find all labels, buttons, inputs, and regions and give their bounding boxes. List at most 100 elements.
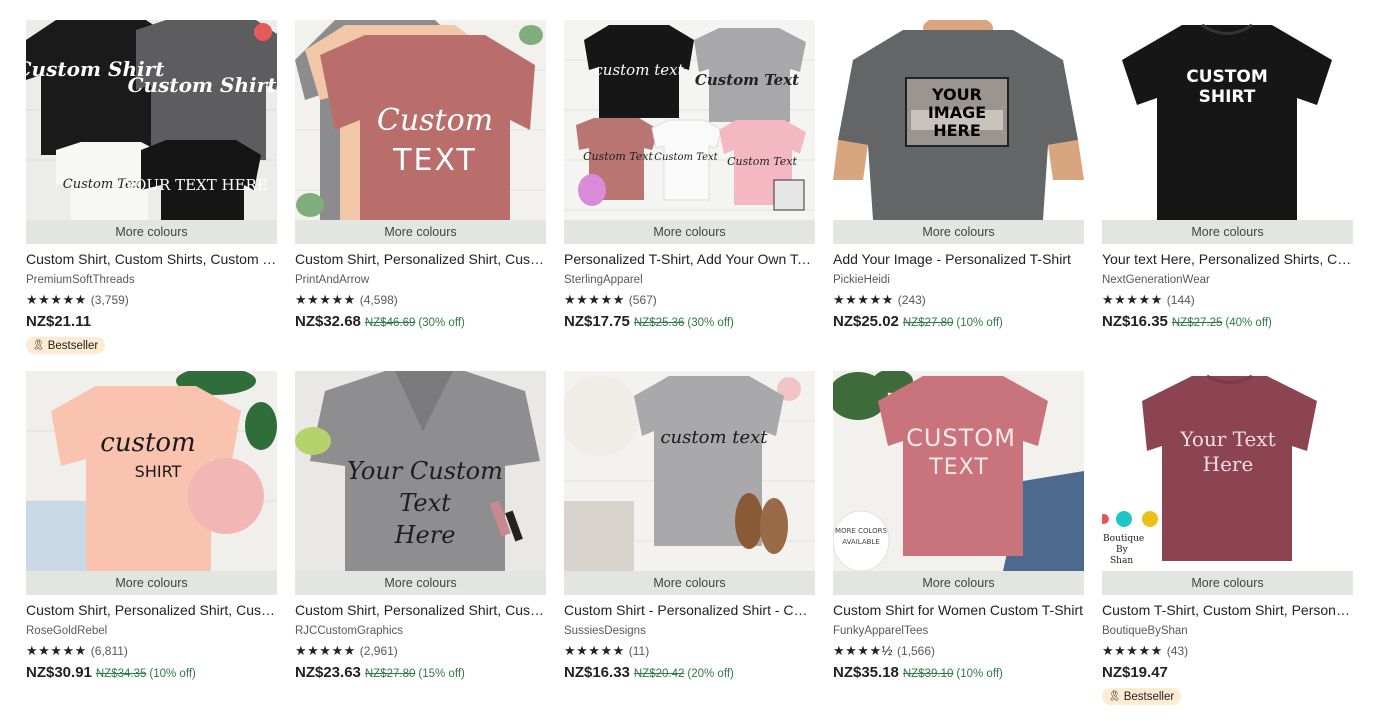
product-image[interactable]: custom text Custom Text Custom Text Cust… (564, 20, 815, 220)
rating: ★★★★★ (6,811) (26, 643, 277, 658)
product-grid: Custom Shirt Custom Shirt Custom Text YO… (26, 20, 1353, 722)
review-count: (567) (628, 292, 657, 307)
shop-name: SussiesDesigns (564, 625, 646, 637)
rating: ★★★★★ (3,759) (26, 292, 277, 307)
svg-text:Custom Text: Custom Text (583, 150, 653, 163)
review-count: (144) (1166, 292, 1195, 307)
price-row: NZ$16.35 NZ$27.25 (40% off) (1102, 313, 1353, 331)
review-count: (3,759) (90, 292, 129, 307)
discount-label: (20% off) (687, 668, 734, 680)
badge-label: Bestseller (1123, 690, 1175, 703)
product-image[interactable]: Your Text Here Boutique By Shan (1102, 371, 1353, 571)
product-card[interactable]: YOUR IMAGE HERE More colours Add Your Im… (833, 20, 1084, 371)
original-price: NZ$25.36 (633, 317, 685, 329)
star-rating-icon: ★★★★★ (26, 291, 87, 307)
rating: ★★★★★ (243) (833, 292, 1084, 307)
product-title[interactable]: Custom T-Shirt, Custom Shirt, Personaliz… (1102, 602, 1353, 619)
svg-text:Your Text: Your Text (1179, 427, 1275, 451)
original-price: NZ$46.69 (364, 317, 416, 329)
product-card[interactable]: Your Text Here Boutique By Shan More col… (1102, 371, 1353, 722)
product-image[interactable]: Your Custom Text Here (295, 371, 546, 571)
shop-name: PrintAndArrow (295, 274, 370, 286)
review-count: (11) (628, 643, 650, 658)
more-colours-label: More colours (26, 571, 277, 595)
product-card[interactable]: Your Custom Text Here More colours Custo… (295, 371, 546, 722)
product-card[interactable]: MORE COLORS AVAILABLE CUSTOM TEXT More c… (833, 371, 1084, 722)
more-colours-label: More colours (564, 571, 815, 595)
sale-price: NZ$35.18 (833, 664, 899, 681)
svg-text:Boutique: Boutique (1103, 534, 1144, 544)
price-row: NZ$23.63 NZ$27.80 (15% off) (295, 664, 546, 682)
svg-text:YOUR TEXT HERE: YOUR TEXT HERE (123, 176, 268, 194)
more-colours-label: More colours (295, 571, 546, 595)
product-title[interactable]: Custom Shirt, Personalized Shirt, Custom… (295, 251, 546, 268)
product-title[interactable]: Custom Shirt, Personalized Shirt, Custom (26, 602, 277, 619)
rating: ★★★★★ (144) (1102, 292, 1353, 307)
svg-text:CUSTOM: CUSTOM (1186, 67, 1268, 87)
product-image[interactable]: Custom Shirt Custom Shirt Custom Text YO… (26, 20, 277, 220)
product-title[interactable]: Custom Shirt for Women Custom T-Shirt (833, 602, 1084, 619)
product-image[interactable]: custom SHIRT (26, 371, 277, 571)
badge-label: Bestseller (47, 339, 99, 352)
more-colours-label: More colours (295, 220, 546, 244)
product-title[interactable]: Custom Shirt, Custom Shirts, Custom T-Sh… (26, 251, 277, 268)
original-price: NZ$27.80 (364, 668, 416, 680)
star-rating-icon: ★★★★★ (1102, 291, 1163, 307)
bestseller-ribbon-icon: 🎗 (1108, 691, 1121, 702)
product-card[interactable]: Custom TEXT More colours Custom Shirt, P… (295, 20, 546, 371)
more-colours-label: More colours (564, 220, 815, 244)
svg-text:Custom: Custom (377, 103, 493, 138)
product-title[interactable]: Your text Here, Personalized Shirts, Cus… (1102, 251, 1353, 268)
original-price: NZ$27.80 (902, 317, 954, 329)
original-price: NZ$20.42 (633, 668, 685, 680)
svg-text:By: By (1116, 545, 1129, 555)
shop-name: PremiumSoftThreads (26, 274, 135, 286)
product-image[interactable]: custom text (564, 371, 815, 571)
product-image[interactable]: MORE COLORS AVAILABLE CUSTOM TEXT (833, 371, 1084, 571)
product-card[interactable]: custom SHIRT More colours Custom Shirt, … (26, 371, 277, 722)
star-rating-icon: ★★★★½ (833, 642, 893, 658)
shop-name: RJCCustomGraphics (295, 625, 403, 637)
sale-price: NZ$19.47 (1102, 664, 1168, 681)
svg-text:Custom Text: Custom Text (695, 71, 799, 89)
price-row: NZ$25.02 NZ$27.80 (10% off) (833, 313, 1084, 331)
price-row: NZ$32.68 NZ$46.69 (30% off) (295, 313, 546, 331)
review-count: (2,961) (359, 643, 398, 658)
svg-text:YOUR: YOUR (931, 85, 982, 104)
star-rating-icon: ★★★★★ (833, 291, 894, 307)
product-image[interactable]: CUSTOM SHIRT (1102, 20, 1353, 220)
svg-text:Shan: Shan (1110, 556, 1133, 566)
svg-text:SHIRT: SHIRT (1199, 87, 1256, 107)
price-row: NZ$30.91 NZ$34.35 (10% off) (26, 664, 277, 682)
price-row: NZ$16.33 NZ$20.42 (20% off) (564, 664, 815, 682)
product-card[interactable]: Custom Shirt Custom Shirt Custom Text YO… (26, 20, 277, 371)
svg-text:AVAILABLE: AVAILABLE (842, 538, 880, 546)
shop-name: RoseGoldRebel (26, 625, 108, 637)
svg-text:Here: Here (1203, 452, 1254, 476)
star-rating-icon: ★★★★★ (1102, 642, 1163, 658)
product-image[interactable]: Custom TEXT (295, 20, 546, 220)
svg-text:Text: Text (399, 489, 451, 517)
shop-name: BoutiqueByShan (1102, 625, 1188, 637)
product-title[interactable]: Custom Shirt - Personalized Shirt - Cust… (564, 602, 815, 619)
discount-label: (10% off) (956, 668, 1003, 680)
star-rating-icon: ★★★★★ (26, 642, 87, 658)
bestseller-badge: 🎗 Bestseller (1102, 688, 1182, 705)
product-title[interactable]: Custom Shirt, Personalized Shirt, Custom (295, 602, 546, 619)
product-title[interactable]: Personalized T-Shirt, Add Your Own Text (564, 251, 815, 268)
product-title[interactable]: Add Your Image - Personalized T-Shirt (833, 251, 1084, 268)
svg-text:custom: custom (100, 428, 195, 458)
more-colours-label: More colours (1102, 220, 1353, 244)
price-row: NZ$17.75 NZ$25.36 (30% off) (564, 313, 815, 331)
rating: ★★★★★ (4,598) (295, 292, 546, 307)
bestseller-badge: 🎗 Bestseller (26, 337, 106, 354)
original-price: NZ$34.35 (95, 668, 147, 680)
sale-price: NZ$23.63 (295, 664, 361, 681)
svg-text:Custom Shirt: Custom Shirt (128, 73, 277, 97)
star-rating-icon: ★★★★★ (295, 291, 356, 307)
product-card[interactable]: CUSTOM SHIRT More colours Your text Here… (1102, 20, 1353, 371)
product-card[interactable]: custom text More colours Custom Shirt - … (564, 371, 815, 722)
product-image[interactable]: YOUR IMAGE HERE (833, 20, 1084, 220)
product-card[interactable]: custom text Custom Text Custom Text Cust… (564, 20, 815, 371)
bestseller-ribbon-icon: 🎗 (32, 340, 45, 351)
